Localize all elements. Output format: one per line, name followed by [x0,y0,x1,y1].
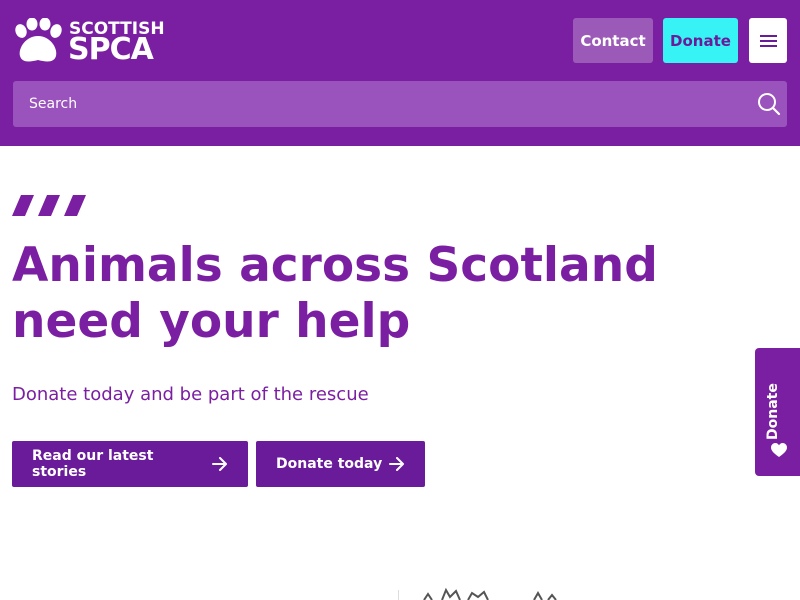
logo-text-spca: SPCA [68,32,154,67]
search-input[interactable]: Search [29,81,77,127]
hamburger-line [760,40,777,42]
scottish-spca-logo[interactable]: SCOTTISH SPCA [12,18,165,67]
paw-icon [15,18,62,62]
arrow-right-icon [389,457,405,471]
menu-button[interactable] [749,18,787,63]
hero-subtitle: Donate today and be part of the rescue [12,384,369,405]
heart-icon [771,443,787,457]
side-donate-label: Donate [765,383,781,440]
contact-button[interactable]: Contact [573,18,653,63]
search-bar[interactable]: Search [13,81,787,127]
search-icon[interactable] [757,92,781,116]
read-latest-stories-button[interactable]: Read our latest stories [12,441,248,487]
read-latest-stories-label: Read our latest stories [32,448,154,480]
hero-image [398,587,557,600]
donate-today-button[interactable]: Donate today [256,441,425,487]
hamburger-menu-icon [760,35,777,37]
site-header: SCOTTISH SPCA Contact Donate Search [0,0,800,146]
arrow-right-icon [212,457,228,471]
hamburger-line [760,45,777,47]
side-donate-tab[interactable]: Donate [755,348,800,476]
donate-today-label: Donate today [276,456,383,472]
page-title: Animals across Scotland need your help [12,238,658,349]
donate-button[interactable]: Donate [663,18,738,63]
decorative-stripes [12,195,86,216]
